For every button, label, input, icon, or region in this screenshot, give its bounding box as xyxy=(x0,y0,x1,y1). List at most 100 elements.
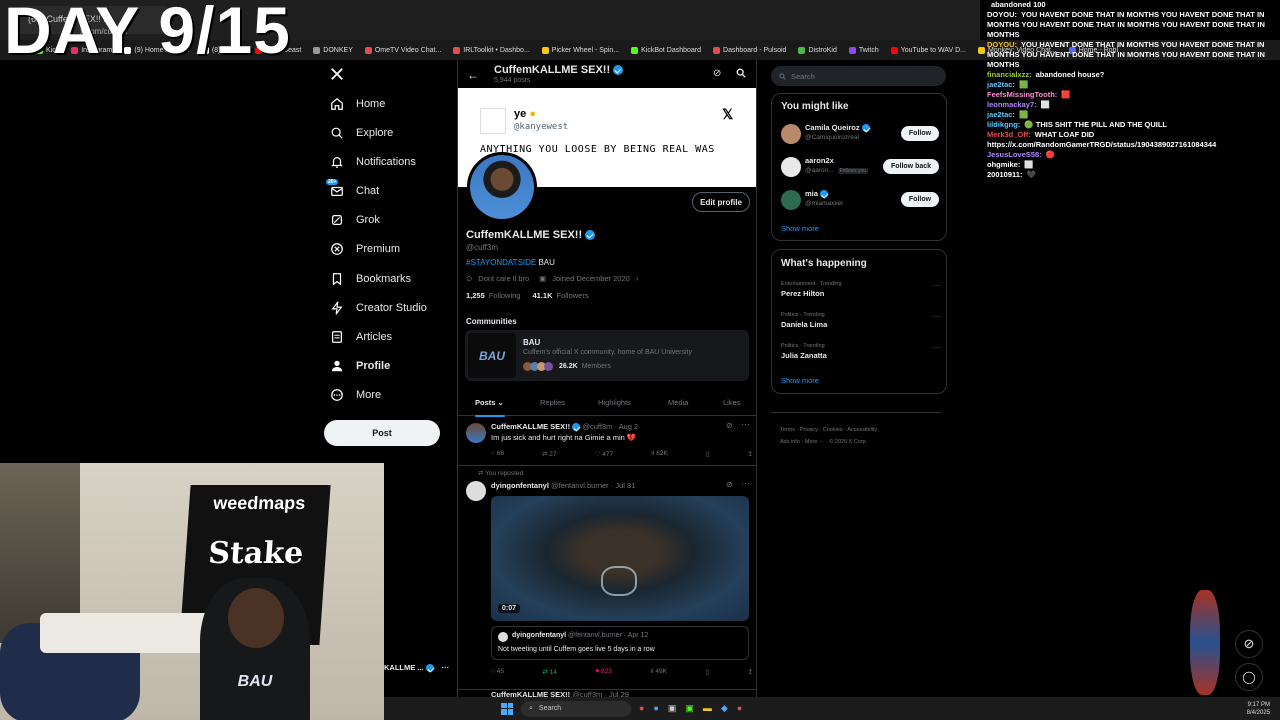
more-options-icon[interactable]: ··· xyxy=(933,343,941,352)
bookmark-item[interactable]: OmeTV Video Chat... xyxy=(359,46,447,54)
following-label[interactable]: Following xyxy=(489,291,521,300)
windows-start-icon[interactable] xyxy=(501,702,513,715)
bookmark-item[interactable]: KickBot Dashboard xyxy=(625,46,707,54)
nav-account-name[interactable]: KALLME ... ··· xyxy=(384,663,450,673)
steam-icon[interactable]: ◆ xyxy=(721,703,728,714)
grok-analyze-icon[interactable]: ⊘ xyxy=(713,68,721,79)
folder-icon[interactable]: ▬ xyxy=(703,703,712,714)
suggestion-avatar[interactable] xyxy=(781,157,801,177)
post-video[interactable]: 0:07 xyxy=(491,496,749,621)
search-box[interactable]: Search xyxy=(771,66,946,86)
post-item[interactable]: CuffemKALLME SEX!! @cuff3m · Aug 2 ⊘ ···… xyxy=(458,416,756,466)
suggestion-name[interactable]: aaron2x xyxy=(805,156,834,165)
post-author-handle[interactable]: @fentanvl.burner xyxy=(551,481,609,490)
post-author-name[interactable]: CuffemKALLME SEX!! xyxy=(491,422,570,431)
nav-item-creator-studio[interactable]: Creator Studio xyxy=(330,301,427,315)
tab-highlights[interactable]: Highlights xyxy=(598,398,631,407)
trend-item[interactable]: Entertainment · Trending Perez Hilton ··· xyxy=(781,281,941,307)
nav-item-explore[interactable]: Explore xyxy=(330,126,393,140)
grok-analyze-icon[interactable]: ⊘ xyxy=(726,480,733,489)
post-avatar[interactable] xyxy=(466,481,486,501)
post-item[interactable]: ⇄ You reposted dyingonfentanyl @fentanvl… xyxy=(458,466,756,690)
more-options-icon[interactable]: ··· xyxy=(741,478,750,488)
suggestion-avatar[interactable] xyxy=(781,124,801,144)
post-author-name[interactable]: dyingonfentanyl xyxy=(491,481,549,490)
chrome-icon[interactable]: ● xyxy=(737,703,742,714)
suggestion-name[interactable]: mia xyxy=(805,189,818,198)
chrome-icon[interactable]: ● xyxy=(639,703,644,714)
share-icon[interactable]: ↥ xyxy=(747,668,752,676)
bookmark-item[interactable]: IRLToolkit • Dashbo... xyxy=(447,46,536,54)
more-options-icon[interactable]: ··· xyxy=(933,312,941,321)
reply-button[interactable]: ○ 45 xyxy=(491,668,504,676)
nav-item-grok[interactable]: Grok xyxy=(330,213,380,227)
suggestion-avatar[interactable] xyxy=(781,190,801,210)
post-date[interactable]: · Aug 2 xyxy=(614,422,638,431)
bookmark-item[interactable]: Picker Wheel - Spin... xyxy=(536,46,625,54)
bookmark-item[interactable]: Twitch xyxy=(843,46,885,54)
following-count[interactable]: 1,255 xyxy=(466,291,485,300)
like-button[interactable]: ♡ 477 xyxy=(595,450,614,458)
suggestion-row[interactable]: mia @miamaxxer Follow xyxy=(781,188,941,218)
more-options-icon[interactable]: ··· xyxy=(442,663,450,672)
app-icon[interactable]: ▣ xyxy=(685,703,694,714)
post-date[interactable]: · Jul 31 xyxy=(611,481,636,490)
show-more-link[interactable]: Show more xyxy=(781,376,819,385)
views-button[interactable]: ıl 49K xyxy=(650,668,667,676)
followers-label[interactable]: Followers xyxy=(556,291,588,300)
community-card[interactable]: BAU BAU Cuffem's official X community, h… xyxy=(465,330,749,381)
nav-item-articles[interactable]: Articles xyxy=(330,330,392,344)
quoted-post[interactable]: dyingonfentanyl @fentanvl.burner · Apr 1… xyxy=(491,626,749,660)
share-icon[interactable]: ↥ xyxy=(748,450,753,458)
tab-posts[interactable]: Posts ⌄ xyxy=(475,398,505,417)
post-button[interactable]: Post xyxy=(324,420,440,446)
nav-item-profile[interactable]: Profile xyxy=(330,359,390,373)
views-button[interactable]: ıl 62K xyxy=(651,450,668,458)
app-icon[interactable]: ▣ xyxy=(668,703,677,714)
taskbar-search[interactable]: ⌕ Search xyxy=(521,700,631,717)
suggestion-row[interactable]: Camila Queiroz @Camiqueirozreal Follow xyxy=(781,122,941,152)
profile-avatar[interactable] xyxy=(467,152,537,222)
follow-button[interactable]: Follow xyxy=(901,192,939,207)
tab-media[interactable]: Media xyxy=(668,398,688,407)
footer-links[interactable]: Terms · Privacy · Cookies · Accessibilit… xyxy=(780,424,877,448)
search-icon[interactable] xyxy=(736,67,746,81)
chevron-right-icon[interactable]: › xyxy=(636,274,639,283)
tab-replies[interactable]: Replies xyxy=(540,398,565,407)
nav-item-chat[interactable]: 20+ Chat xyxy=(326,179,379,198)
show-more-link[interactable]: Show more xyxy=(781,224,819,233)
bookmark-item[interactable]: DistroKid xyxy=(792,46,842,54)
more-options-icon[interactable]: ··· xyxy=(933,281,941,290)
taskbar-clock[interactable]: 9:17 PM 8/4/2025 xyxy=(1247,701,1270,717)
back-arrow-icon[interactable]: ← xyxy=(467,68,479,82)
bookmark-item[interactable]: YouTube to WAV D... xyxy=(885,46,972,54)
follow-button[interactable]: Follow back xyxy=(883,159,939,174)
more-options-icon[interactable]: ··· xyxy=(741,419,750,429)
like-button[interactable]: ♥ 823 xyxy=(595,668,612,676)
nav-item-notifications[interactable]: Notifications xyxy=(330,155,416,169)
repost-button[interactable]: ⇄ 14 xyxy=(542,668,557,676)
bookmark-icon[interactable]: ▯ xyxy=(706,450,710,458)
post-avatar[interactable] xyxy=(466,423,486,443)
grok-analyze-icon[interactable]: ⊘ xyxy=(726,421,733,430)
grok-float-icon[interactable]: ⊘ xyxy=(1235,630,1263,658)
trend-item[interactable]: Politics · Trending Daniela Lima ··· xyxy=(781,312,941,338)
bookmark-item[interactable]: DONKEY xyxy=(307,46,359,54)
trend-item[interactable]: Politics · Trending Julia Zanatta ··· xyxy=(781,343,941,369)
suggestion-row[interactable]: aaron2x @aaron... Follows you Follow back xyxy=(781,155,941,185)
follow-button[interactable]: Follow xyxy=(901,126,939,141)
x-logo-icon[interactable] xyxy=(330,67,344,84)
edit-profile-button[interactable]: Edit profile xyxy=(692,192,750,212)
followers-count[interactable]: 41.1K xyxy=(532,291,552,300)
reply-button[interactable]: ○ 68 xyxy=(491,450,504,458)
messages-float-icon[interactable]: ◯ xyxy=(1235,663,1263,691)
tab-likes[interactable]: Likes xyxy=(723,398,741,407)
nav-item-more[interactable]: More xyxy=(330,388,381,402)
suggestion-name[interactable]: Camila Queiroz xyxy=(805,123,860,132)
bookmark-item[interactable]: Dashboard - Pulsoid xyxy=(707,46,792,54)
edge-icon[interactable]: ● xyxy=(653,703,658,714)
nav-item-home[interactable]: Home xyxy=(330,97,385,111)
post-author-handle[interactable]: @cuff3m xyxy=(582,422,612,431)
nav-item-bookmarks[interactable]: Bookmarks xyxy=(330,272,411,286)
bio-hashtag-link[interactable]: #STAYONDATSIDE xyxy=(466,258,536,267)
